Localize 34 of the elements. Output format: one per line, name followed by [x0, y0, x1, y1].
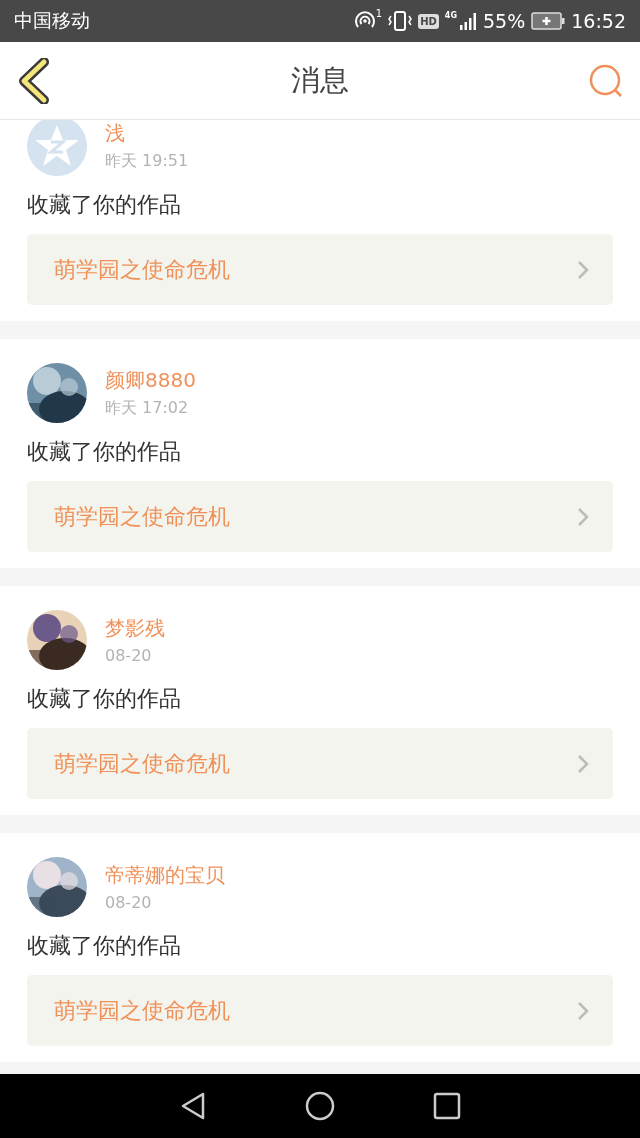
back-nav-button[interactable]	[179, 1091, 207, 1121]
user-name: 颜卿8880	[105, 367, 196, 394]
user-name: 梦影残	[105, 615, 165, 642]
home-nav-button[interactable]	[305, 1091, 335, 1121]
chevron-right-icon	[577, 259, 589, 280]
clock: 16:52	[571, 10, 626, 32]
work-link[interactable]: 萌学园之使命危机	[27, 481, 613, 552]
recents-nav-button[interactable]	[433, 1092, 461, 1120]
user-name: 帝蒂娜的宝贝	[105, 862, 225, 889]
message-text: 收藏了你的作品	[27, 685, 182, 713]
message-time: 08-20	[105, 646, 153, 665]
user-name: 浅	[105, 120, 126, 147]
page-title: 消息	[290, 61, 350, 99]
chevron-right-icon	[577, 506, 589, 527]
hd-badge: HD	[418, 13, 439, 29]
message-text: 收藏了你的作品	[27, 932, 182, 960]
message-text: 收藏了你的作品	[27, 438, 182, 466]
message-text: 收藏了你的作品	[27, 191, 182, 219]
work-link[interactable]: 萌学园之使命危机	[27, 975, 613, 1046]
carrier-name: 中国移动	[14, 8, 91, 33]
work-link[interactable]: 萌学园之使命危机	[27, 234, 613, 305]
battery-percentage: 55%	[483, 10, 526, 32]
message-time: 昨天 19:51	[105, 151, 189, 172]
vibrate-icon	[388, 10, 413, 32]
chevron-right-icon	[577, 1000, 589, 1021]
chevron-right-icon	[577, 753, 589, 774]
hotspot-count: 1	[375, 8, 383, 19]
message-time: 08-20	[105, 893, 153, 912]
battery-icon	[531, 12, 566, 30]
network-type: 4G	[444, 11, 457, 20]
signal-icon	[459, 12, 477, 30]
message-time: 昨天 17:02	[105, 398, 190, 419]
work-link[interactable]: 萌学园之使命危机	[27, 728, 613, 799]
back-button[interactable]	[16, 57, 52, 104]
